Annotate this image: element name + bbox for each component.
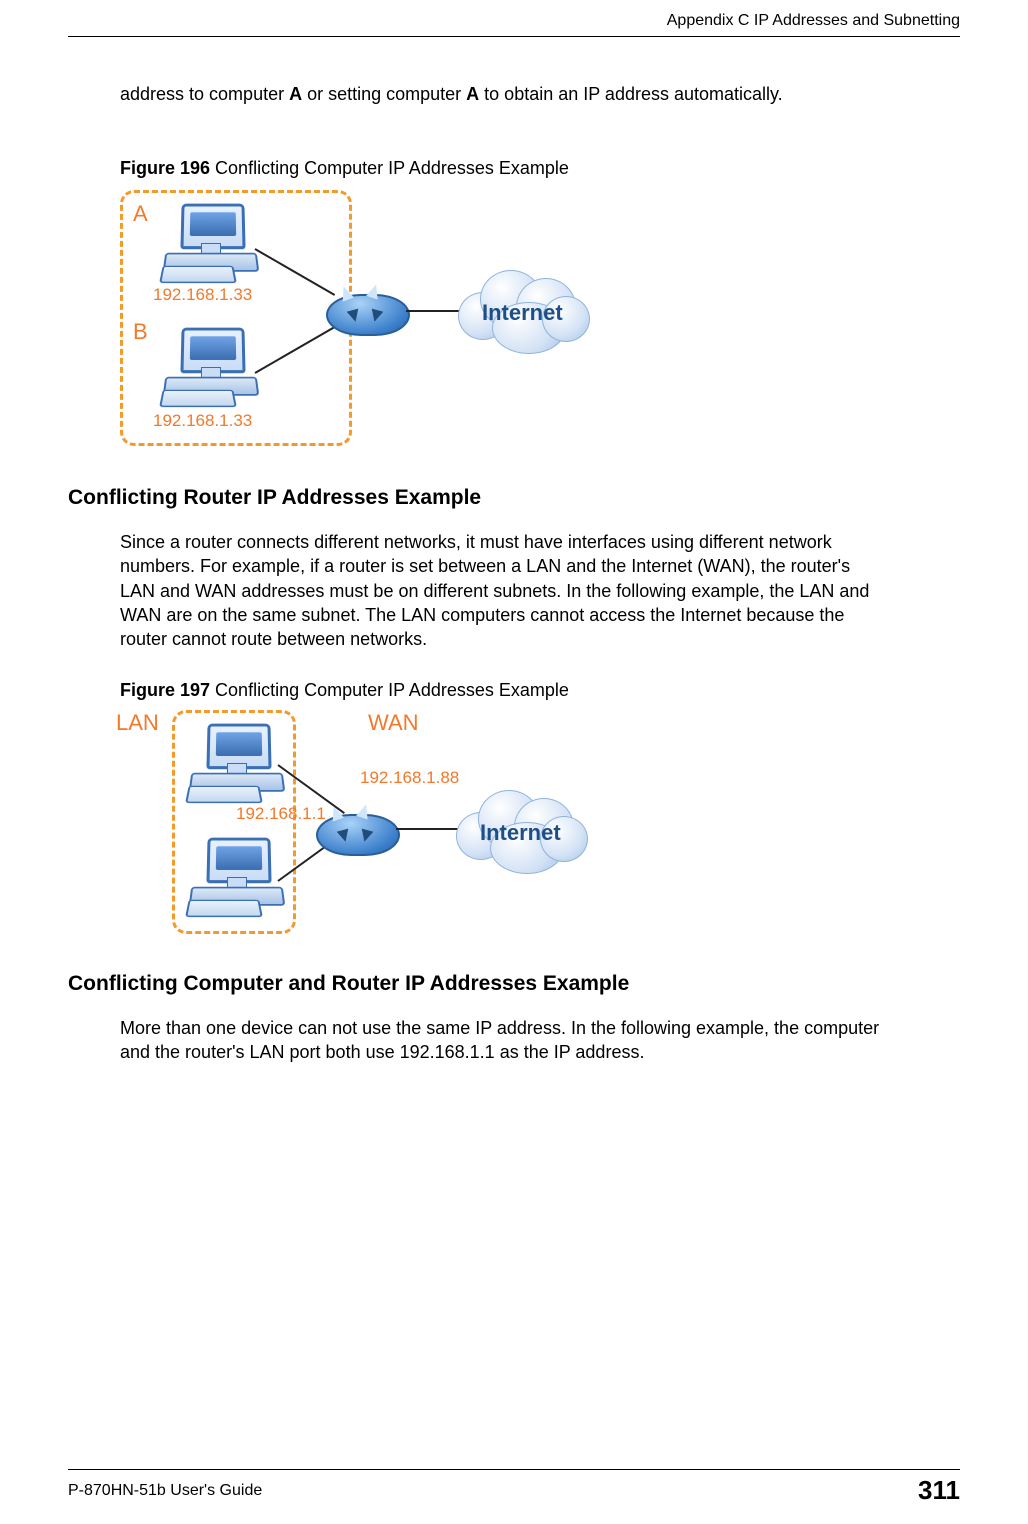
internet-cloud-icon: Internet	[452, 262, 592, 362]
figure-197: LAN WAN 192.168.1.1 192.168.1.88	[120, 704, 590, 936]
page-number: 311	[918, 1475, 960, 1506]
computer-b-icon	[161, 327, 261, 405]
computer-a-ip: 192.168.1.33	[153, 285, 252, 305]
text: address to computer	[120, 84, 289, 104]
paragraph-intro: address to computer A or setting compute…	[120, 82, 888, 106]
internet-label: Internet	[482, 300, 563, 326]
figure-196-caption: Figure 196 Conflicting Computer IP Addre…	[120, 158, 569, 179]
text-bold: A	[466, 84, 479, 104]
router-wan-ip: 192.168.1.88	[360, 768, 459, 788]
router-lan-ip: 192.168.1.1	[236, 804, 326, 824]
lan-label: LAN	[116, 710, 159, 736]
computer-b-ip: 192.168.1.33	[153, 411, 252, 431]
computer-b-label: B	[133, 319, 148, 345]
lan-computer-1-icon	[187, 723, 287, 801]
footer-guide-name: P-870HN-51b User's Guide	[68, 1482, 262, 1500]
computer-a-icon	[161, 203, 261, 281]
figure-caption-text: Conflicting Computer IP Addresses Exampl…	[210, 680, 569, 700]
internet-label: Internet	[480, 820, 561, 846]
computer-a-label: A	[133, 201, 148, 227]
paragraph-computer-router: More than one device can not use the sam…	[120, 1016, 888, 1065]
router-icon	[316, 800, 396, 860]
text: to obtain an IP address automatically.	[479, 84, 783, 104]
heading-conflicting-router: Conflicting Router IP Addresses Example	[68, 486, 481, 510]
heading-conflicting-computer-router: Conflicting Computer and Router IP Addre…	[68, 972, 629, 996]
internet-cloud-icon: Internet	[450, 782, 590, 882]
figure-196: A 192.168.1.33 B 192.168.1.33	[120, 184, 580, 446]
lan-group-box: A 192.168.1.33 B 192.168.1.33	[120, 190, 352, 446]
figure-caption-text: Conflicting Computer IP Addresses Exampl…	[210, 158, 569, 178]
paragraph-router: Since a router connects different networ…	[120, 530, 888, 651]
figure-number: Figure 196	[120, 158, 210, 178]
header-title: Appendix C IP Addresses and Subnetting	[667, 12, 960, 30]
router-icon	[326, 280, 406, 340]
wan-label: WAN	[368, 710, 419, 736]
text-bold: A	[289, 84, 302, 104]
text: or setting computer	[302, 84, 466, 104]
figure-197-caption: Figure 197 Conflicting Computer IP Addre…	[120, 680, 569, 701]
lan-computer-2-icon	[187, 837, 287, 915]
figure-number: Figure 197	[120, 680, 210, 700]
